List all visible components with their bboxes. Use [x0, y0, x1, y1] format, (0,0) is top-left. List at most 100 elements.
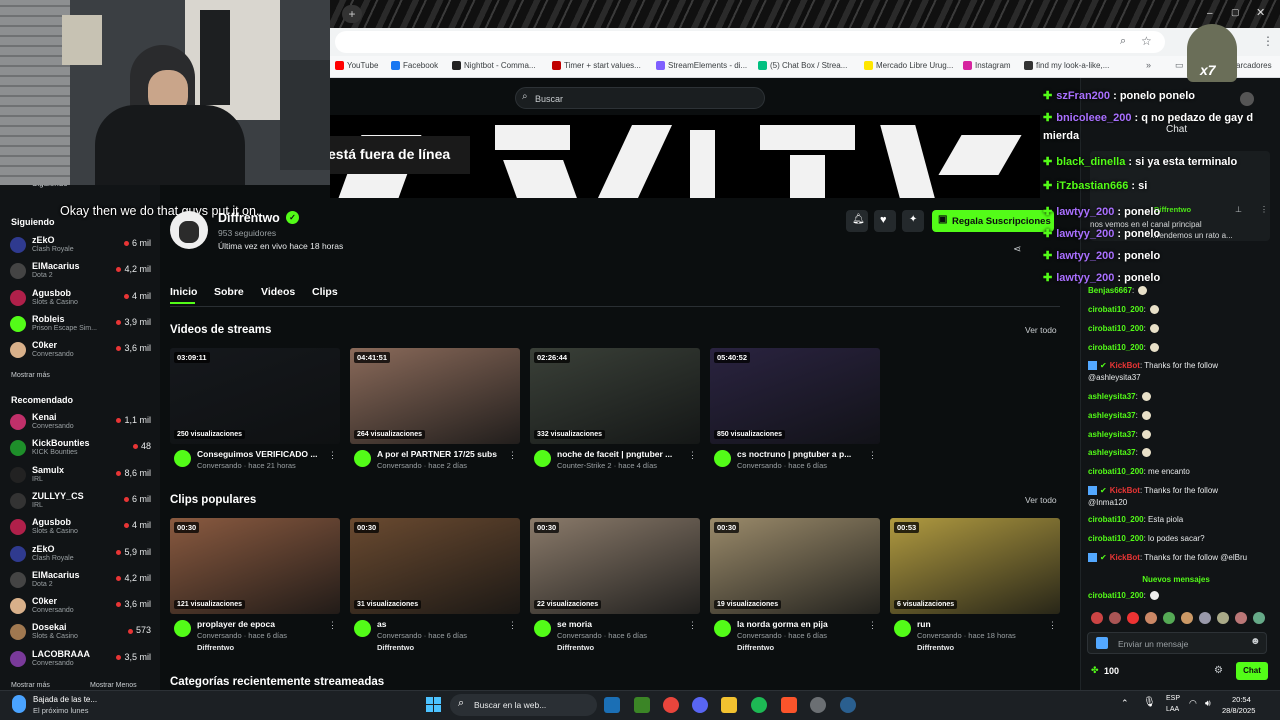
minecraft-icon[interactable] [634, 697, 650, 713]
clip-card[interactable]: 00:30 121 visualizaciones proplayer de epo… [170, 518, 340, 658]
taskbar-search[interactable]: ⌕ Buscar en la web... [450, 694, 597, 716]
card-title[interactable]: proplayer de epoca [197, 619, 325, 629]
thumbnail[interactable]: 00:30 31 visualizaciones [350, 518, 520, 614]
sidebar-channel-item[interactable]: zEkO Clash Royale 5,9 mil [8, 543, 153, 569]
video-card[interactable]: 03:09:11 250 visualizaciones Conseguimos V… [170, 348, 340, 488]
card-title[interactable]: as [377, 619, 505, 629]
streams-see-all[interactable]: Ver todo [1025, 325, 1057, 335]
chat-username[interactable]: KickBot [1110, 361, 1140, 370]
sidebar-channel-item[interactable]: C0ker Conversando 3,6 mil [8, 339, 153, 365]
video-card[interactable]: 02:26:44 332 visualizaciones noche de face… [530, 348, 700, 488]
creator-avatar[interactable] [534, 450, 551, 467]
channel-avatar[interactable] [170, 211, 208, 249]
card-title[interactable]: se moria [557, 619, 685, 629]
card-menu-icon[interactable]: ⋮ [328, 450, 337, 461]
sidebar-channel-item[interactable]: C0ker Conversando 3,6 mil [8, 595, 153, 621]
chat-username[interactable]: cirobati10_200 [1088, 324, 1144, 333]
thumbnail[interactable]: 00:30 121 visualizaciones [170, 518, 340, 614]
bookmark-item[interactable]: YouTube [335, 61, 378, 70]
search-bar[interactable]: ⌕ Buscar [515, 87, 765, 109]
card-author[interactable]: Diffrentwo [557, 643, 594, 652]
thumbnail[interactable]: 00:30 19 visualizaciones [710, 518, 880, 614]
chat-username[interactable]: ashleysita37 [1088, 411, 1136, 420]
show-more-recommended[interactable]: Mostrar más [11, 682, 50, 689]
brave-icon[interactable] [781, 697, 797, 713]
card-menu-icon[interactable]: ⋮ [1048, 620, 1057, 631]
maximize-icon[interactable]: ▢ [1231, 7, 1240, 18]
video-card[interactable]: 05:40:52 850 visualizaciones cs noctruno |… [710, 348, 880, 488]
card-title[interactable]: A por el PARTNER 17/25 subs [377, 449, 505, 459]
chat-username[interactable]: cirobati10_200 [1088, 467, 1144, 476]
card-author[interactable]: Diffrentwo [377, 643, 414, 652]
bookmark-item[interactable]: Facebook [391, 61, 438, 70]
tab-inicio[interactable]: Inicio [170, 286, 197, 298]
spark-button[interactable]: ✦ [902, 210, 924, 232]
bookmarks-overflow-icon[interactable]: » [1146, 60, 1151, 70]
microphone-icon[interactable]: 🎙︎ [1143, 697, 1156, 708]
card-title[interactable]: Conseguimos VERIFICADO ... [197, 449, 325, 459]
thumbnail[interactable]: 05:40:52 850 visualizaciones [710, 348, 880, 444]
points-icon[interactable]: ✤ [1091, 665, 1099, 676]
chat-username[interactable]: ashleysita37 [1088, 392, 1136, 401]
input-language[interactable]: ESP [1166, 695, 1180, 702]
sidebar-channel-item[interactable]: LACOBRAAA Conversando 3,5 mil [8, 648, 153, 674]
thumbnail[interactable]: 03:09:11 250 visualizaciones [170, 348, 340, 444]
gift-subs-button[interactable]: ▣ Regala Suscripciones [932, 210, 1054, 232]
thumbnail[interactable]: 04:41:51 264 visualizaciones [350, 348, 520, 444]
card-menu-icon[interactable]: ⋮ [688, 450, 697, 461]
clip-card[interactable]: 00:53 6 visualizaciones run Conversando · h… [890, 518, 1060, 658]
chat-username[interactable]: KickBot [1110, 553, 1140, 562]
weather-title[interactable]: Bajada de las te... [33, 695, 97, 704]
chat-username[interactable]: KickBot [1110, 486, 1140, 495]
app-icon[interactable] [840, 697, 856, 713]
show-less-recommended[interactable]: Mostrar Menos [90, 682, 137, 689]
thumbnail[interactable]: 00:53 6 visualizaciones [890, 518, 1060, 614]
bookmark-item[interactable]: Instagram [963, 61, 1011, 70]
zoom-icon[interactable]: ⌕ [1120, 35, 1126, 48]
creator-avatar[interactable] [894, 620, 911, 637]
bookmark-item[interactable]: Mercado Libre Urug... [864, 61, 953, 70]
creator-avatar[interactable] [174, 450, 191, 467]
close-icon[interactable]: ✕ [1256, 6, 1265, 19]
address-bar[interactable] [335, 31, 1165, 53]
discord-icon[interactable] [692, 697, 708, 713]
tray-chevron-icon[interactable]: ⌃ [1121, 698, 1129, 709]
sidebar-channel-item[interactable]: ElMacarius Dota 2 4,2 mil [8, 260, 153, 286]
new-tab-button[interactable]: + [342, 5, 362, 23]
bookmark-item[interactable]: (5) Chat Box / Strea... [758, 61, 847, 70]
card-title[interactable]: cs noctruno | pngtuber a p... [737, 449, 865, 459]
bookmark-item[interactable]: Nightbot - Comma... [452, 61, 536, 70]
clips-see-all[interactable]: Ver todo [1025, 495, 1057, 505]
card-menu-icon[interactable]: ⋮ [688, 620, 697, 631]
show-more-following[interactable]: Mostrar más [11, 372, 50, 379]
card-title[interactable]: run [917, 619, 1045, 629]
start-button[interactable] [426, 697, 441, 712]
menu-icon[interactable]: ⋮ [1262, 34, 1274, 48]
sidebar-channel-item[interactable]: Kenai Conversando 1,1 mil [8, 411, 153, 437]
tab-videos[interactable]: Videos [261, 286, 295, 298]
chat-user-avatar[interactable] [1240, 92, 1254, 106]
sidebar-channel-item[interactable]: Dosekai Slots & Casino 573 [8, 621, 153, 647]
weather-icon[interactable] [12, 695, 26, 713]
sidebar-channel-item[interactable]: ElMacarius Dota 2 4,2 mil [8, 569, 153, 595]
card-menu-icon[interactable]: ⋮ [868, 450, 877, 461]
sidebar-channel-item[interactable]: KickBounties KICK Bounties 48 [8, 437, 153, 463]
chat-send-button[interactable]: Chat [1236, 662, 1268, 680]
creator-avatar[interactable] [354, 450, 371, 467]
bookmark-item[interactable]: StreamElements - di... [656, 61, 747, 70]
thumbnail[interactable]: 00:30 22 visualizaciones [530, 518, 700, 614]
chat-username[interactable]: cirobati10_200 [1088, 515, 1144, 524]
card-author[interactable]: Diffrentwo [197, 643, 234, 652]
pin-icon[interactable]: ⊥ [1235, 205, 1242, 214]
network-icon[interactable]: ◠ [1189, 698, 1197, 709]
settings-icon[interactable]: ⚙ [1214, 665, 1223, 676]
share-icon[interactable]: ⋖ [1013, 244, 1021, 255]
card-menu-icon[interactable]: ⋮ [508, 450, 517, 461]
thumbnail[interactable]: 02:26:44 332 visualizaciones [530, 348, 700, 444]
chat-username[interactable]: Benjas6667 [1088, 286, 1132, 295]
chat-username[interactable]: cirobati10_200 [1088, 343, 1144, 352]
volume-icon[interactable]: 🔊︎ [1205, 698, 1211, 709]
creator-avatar[interactable] [714, 450, 731, 467]
card-title[interactable]: la norda gorma en pija [737, 619, 865, 629]
sidebar-channel-item[interactable]: Robleis Prison Escape Sim... 3,9 mil [8, 313, 153, 339]
